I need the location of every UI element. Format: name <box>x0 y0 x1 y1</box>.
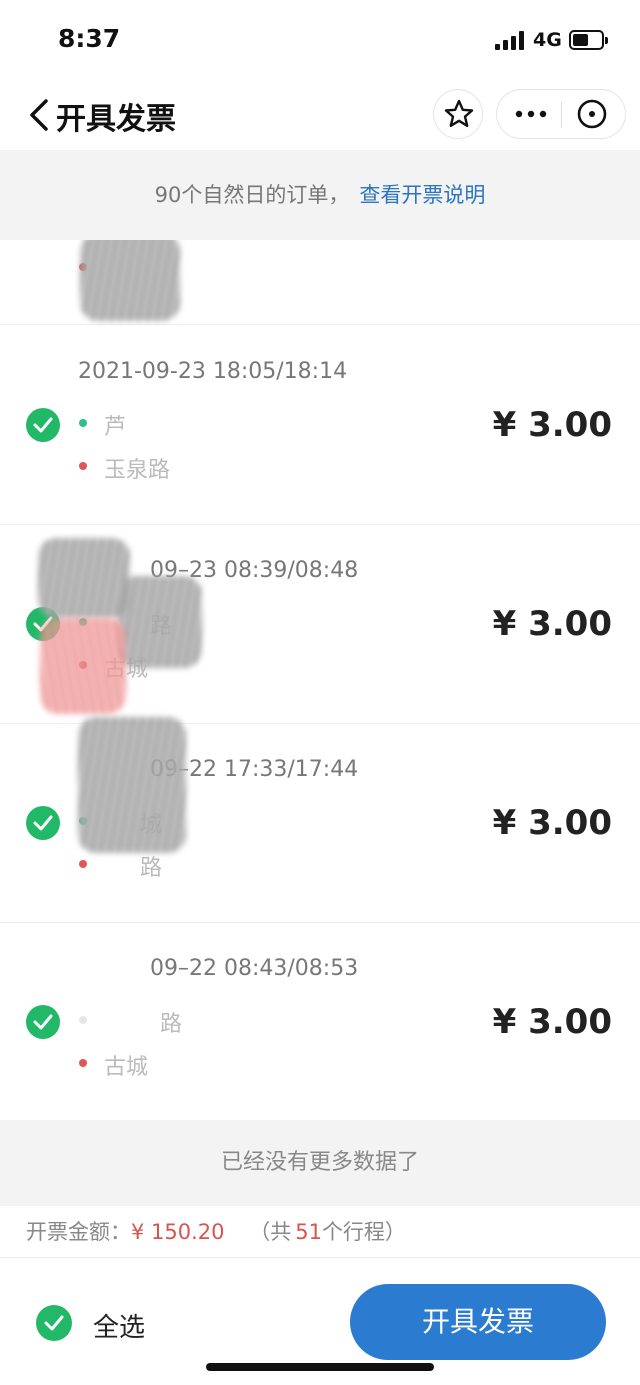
close-button[interactable] <box>562 90 626 138</box>
end-dot <box>79 1059 87 1067</box>
status-time: 8:37 <box>58 24 121 53</box>
order-price: ¥ 3.00 <box>492 803 612 843</box>
order-row[interactable] <box>0 240 640 325</box>
invoice-summary: 开票金额：¥ 150.20 （共 51个行程） <box>0 1206 640 1258</box>
start-dot <box>79 1016 87 1024</box>
battery-icon <box>569 30 608 50</box>
order-start: 芦 <box>104 415 127 440</box>
order-list[interactable]: 2021-09-23 18:05/18:14 芦 玉泉路 ¥ 3.00 09–2… <box>0 240 640 1120</box>
trip-count-suffix: 个行程） <box>321 1220 406 1244</box>
home-indicator <box>206 1363 434 1371</box>
select-all-check-icon[interactable] <box>36 1305 72 1341</box>
redaction-scribble <box>78 717 186 853</box>
status-bar: 8:37 4G <box>0 0 640 80</box>
trip-count: 51 <box>295 1220 322 1244</box>
notice-text: 90个自然日的订单， <box>154 183 350 207</box>
star-icon <box>444 99 474 127</box>
redaction-scribble <box>80 240 180 321</box>
order-price: ¥ 3.00 <box>492 1002 612 1042</box>
redaction-scribble <box>40 618 126 714</box>
issue-invoice-button[interactable]: 开具发票 <box>350 1284 606 1360</box>
select-all-label[interactable]: 全选 <box>93 1307 145 1344</box>
order-price: ¥ 3.00 <box>492 604 612 644</box>
order-price: ¥ 3.00 <box>492 405 612 445</box>
trip-count-prefix: （共 <box>249 1220 292 1244</box>
more-icon <box>515 110 547 118</box>
check-icon[interactable] <box>26 806 60 840</box>
check-icon[interactable] <box>26 408 60 442</box>
summary-label: 开票金额： <box>26 1220 131 1244</box>
order-row[interactable]: 2021-09-23 18:05/18:14 芦 玉泉路 ¥ 3.00 <box>0 325 640 525</box>
order-time: 09–22 08:43/08:53 <box>150 956 359 981</box>
order-row[interactable]: 09–22 08:43/08:53 路 古城 ¥ 3.00 <box>0 922 640 1120</box>
invoice-help-link[interactable]: 查看开票说明 <box>359 183 485 207</box>
order-end: 路 <box>140 856 163 881</box>
start-dot <box>79 419 87 427</box>
nav-bar: 开具发票 <box>0 80 640 150</box>
signal-icon <box>495 30 525 50</box>
back-icon[interactable] <box>28 98 52 132</box>
redaction-scribble <box>38 538 130 618</box>
page-title: 开具发票 <box>56 102 176 137</box>
invoice-amount: ¥ 150.20 <box>131 1220 225 1244</box>
favorite-button[interactable] <box>433 89 483 139</box>
close-circle-icon <box>577 99 607 129</box>
more-button[interactable] <box>497 90 561 138</box>
network-type: 4G <box>533 29 562 51</box>
order-start: 路 <box>160 1012 183 1037</box>
end-dot <box>79 462 87 470</box>
mini-program-capsule <box>496 89 626 139</box>
bottom-bar: 全选 开具发票 <box>0 1258 640 1385</box>
order-row[interactable]: 09–22 17:33/17:44 城 路 ¥ 3.00 <box>0 717 640 923</box>
check-icon[interactable] <box>26 1005 60 1039</box>
notice-bar: 90个自然日的订单， 查看开票说明 <box>0 150 640 240</box>
no-more-data: 已经没有更多数据了 <box>0 1120 640 1206</box>
order-end: 古城 <box>104 1055 149 1080</box>
end-dot <box>79 860 87 868</box>
order-time: 2021-09-23 18:05/18:14 <box>78 359 348 384</box>
order-end: 玉泉路 <box>104 458 171 483</box>
redaction-scribble <box>118 576 202 668</box>
order-row[interactable]: 09–23 08:39/08:48 路 古城 ¥ 3.00 <box>0 524 640 724</box>
